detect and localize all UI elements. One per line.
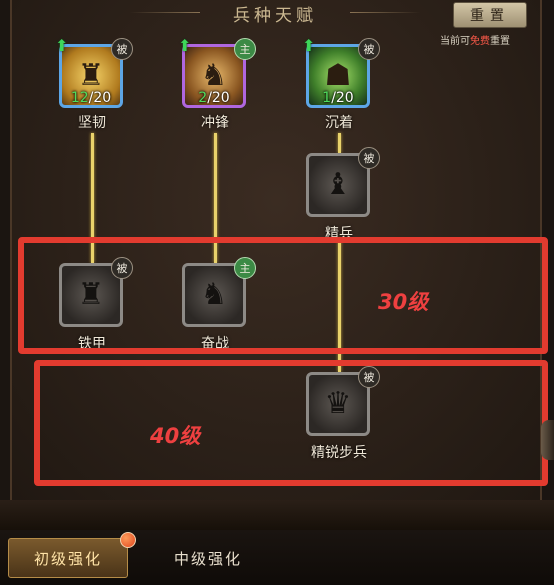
- upgrade-arrow-icon: ⬆: [178, 36, 192, 55]
- tab-intermediate-enhance[interactable]: 中级强化: [148, 538, 268, 578]
- talent-label: 坚韧: [78, 115, 106, 131]
- panel-title-bar: 兵种天赋: [130, 0, 420, 26]
- upgrade-arrow-icon: ⬆: [302, 36, 316, 55]
- warhorse-icon: ♞: [200, 58, 228, 93]
- talent-label: 沉着: [325, 115, 353, 131]
- talent-level-max: /20: [88, 90, 112, 106]
- passive-badge: 被: [111, 38, 133, 60]
- shield-icon: ☗: [324, 58, 352, 93]
- reset-hint-prefix: 当前可: [440, 36, 470, 47]
- level-40-highlight-box: [34, 360, 548, 486]
- passive-badge: 被: [358, 38, 380, 60]
- reset-hint: 当前可免费重置: [440, 32, 552, 47]
- notification-dot-icon: [120, 532, 136, 548]
- fortress-icon: ♜: [77, 58, 105, 93]
- side-handle: [541, 420, 554, 460]
- upgrade-arrow-icon: ⬆: [55, 36, 69, 55]
- passive-badge: 被: [358, 147, 380, 169]
- talent-level-max: /20: [207, 90, 230, 106]
- panel-frame-bottom: [0, 500, 554, 530]
- level-40-annotation: 40级: [150, 424, 201, 448]
- talent-level: 2/20: [182, 90, 246, 106]
- talent-level-current: 1: [322, 90, 332, 106]
- talent-level-current: 12: [70, 90, 89, 106]
- reset-hint-free: 免费: [470, 36, 490, 47]
- talent-level-current: 2: [198, 90, 208, 106]
- level-30-highlight-box: [18, 237, 548, 354]
- talent-level-max: /20: [331, 90, 354, 106]
- connector-chenzhuo-jingbing: [338, 133, 341, 153]
- active-badge: 主: [234, 38, 256, 60]
- tab-bar: 初级强化 中级强化: [0, 530, 554, 585]
- level-30-annotation: 30级: [378, 290, 429, 314]
- soldier-icon: ♝: [324, 167, 352, 202]
- tab-primary-enhance[interactable]: 初级强化: [8, 538, 128, 578]
- talent-level: 1/20: [306, 90, 370, 106]
- reset-hint-suffix: 重置: [490, 36, 510, 47]
- reset-button[interactable]: 重置: [453, 2, 527, 28]
- talent-label: 冲锋: [201, 115, 229, 131]
- page-title: 兵种天赋: [233, 5, 317, 26]
- talent-level: 12/20: [59, 90, 123, 106]
